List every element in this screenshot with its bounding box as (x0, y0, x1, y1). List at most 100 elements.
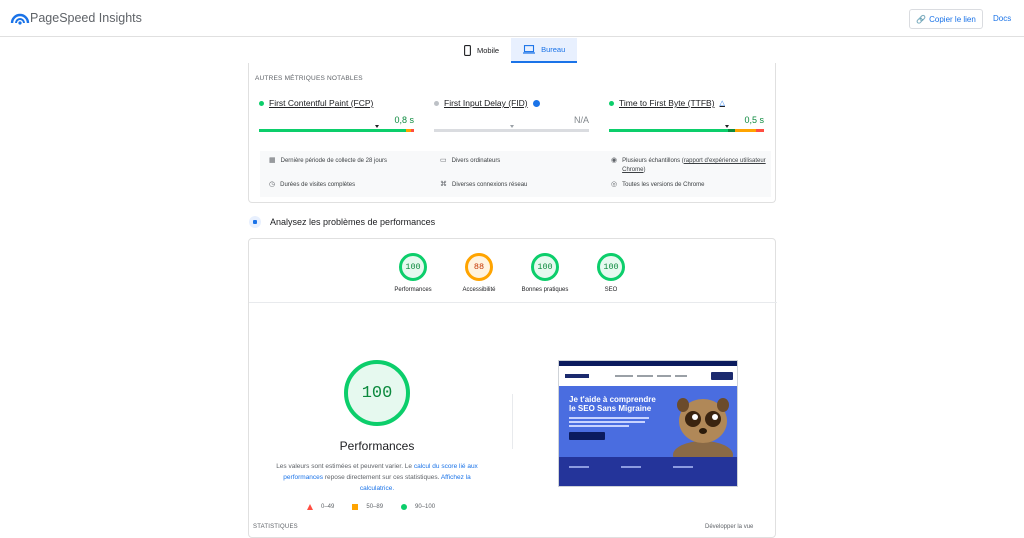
calendar-icon: ▦ (269, 157, 276, 164)
experimental-flask-icon: △ (719, 100, 725, 107)
wifi-icon: ⌘ (440, 181, 447, 188)
shot-header (559, 366, 737, 386)
triangle-icon (307, 504, 313, 510)
info-network-text: Diverses connexions réseau (452, 182, 528, 188)
info-duration: ◷ Durées de visites complètes (269, 181, 355, 190)
score-value: 100 (399, 253, 427, 281)
metric-ttfb-name[interactable]: Time to First Byte (TTFB) (619, 98, 715, 108)
info-versions-text: Toutes les versions de Chrome (622, 182, 705, 188)
shot-button (569, 432, 605, 440)
metric-fid-name[interactable]: First Input Delay (FID) (444, 98, 528, 108)
info-versions: ◎ Toutes les versions de Chrome (611, 181, 704, 190)
shot-text-line (569, 425, 629, 427)
score-legend: 0–49 50–89 90–100 (307, 504, 435, 510)
lighthouse-icon (249, 216, 261, 228)
analyze-heading: Analysez les problèmes de performances (249, 216, 435, 228)
score-value: 100 (597, 253, 625, 281)
device-tabs: Mobile Bureau (452, 38, 578, 63)
link-icon: 🔗 (916, 14, 927, 24)
info-period-text: Dernière période de collecte de 28 jours (280, 158, 388, 164)
legend-good: 90–100 (401, 504, 435, 510)
circle-icon (401, 504, 408, 510)
mobile-icon (464, 45, 471, 56)
score-label: SEO (604, 287, 618, 293)
info-samples-prefix: Plusieurs échantillons ( (622, 158, 684, 164)
status-good-icon (259, 100, 264, 106)
info-devices: ▭ Divers ordinateurs (440, 157, 500, 166)
shot-footer (559, 457, 737, 486)
score-value: 88 (465, 253, 493, 281)
legend-good-range: 90–100 (415, 504, 436, 510)
tab-desktop-label: Bureau (541, 45, 566, 54)
shot-menu-item (675, 375, 687, 377)
page-screenshot: Je t'aide à comprendre le SEO Sans Migra… (558, 360, 738, 487)
legend-average: 50–89 (352, 504, 383, 510)
info-duration-text: Durées de visites complètes (280, 182, 356, 188)
pagespeed-logo-icon (10, 13, 30, 25)
shot-cta (711, 372, 733, 380)
vertical-divider (512, 394, 513, 449)
info-icon[interactable] (532, 99, 540, 107)
score-value: 100 (531, 253, 559, 281)
devices-icon: ▭ (440, 157, 447, 164)
shot-headline: Je t'aide à comprendre le SEO Sans Migra… (569, 395, 656, 413)
field-metrics-panel: AUTRES MÉTRIQUES NOTABLES First Contentf… (248, 63, 776, 203)
analyze-heading-label: Analysez les problèmes de performances (270, 217, 436, 227)
tab-mobile[interactable]: Mobile (452, 38, 511, 63)
shot-col (621, 466, 641, 468)
performance-description: Les valeurs sont estimées et peuvent var… (269, 461, 485, 494)
performance-title: Performances (339, 439, 415, 453)
metric-fcp-value: 0,8 s (394, 115, 414, 125)
distribution-marker (725, 125, 729, 128)
distribution-bar (434, 129, 589, 132)
people-icon: ◉ (611, 157, 618, 164)
shot-menu-item (637, 375, 653, 377)
square-icon (352, 504, 359, 510)
timer-icon: ◷ (269, 181, 276, 188)
score-gauge-seo[interactable]: 100 SEO (571, 253, 651, 293)
info-network: ⌘ Diverses connexions réseau (440, 181, 527, 190)
shot-text-line (569, 417, 649, 419)
distribution-bar (259, 129, 414, 132)
laptop-icon (523, 45, 536, 54)
desc-text-1: Les valeurs sont estimées et peuvent var… (276, 463, 414, 470)
metric-fid-value: N/A (573, 115, 589, 125)
desc-text-2: repose directement sur ces statistiques. (323, 474, 441, 481)
performance-score-gauge: 100 (344, 360, 410, 426)
copy-link-button[interactable]: 🔗 Copier le lien (909, 9, 983, 29)
shot-col (569, 466, 589, 468)
tab-desktop[interactable]: Bureau (511, 38, 578, 63)
statistics-label: STATISTIQUES (253, 524, 298, 530)
shot-menu-item (657, 375, 671, 377)
shot-text-line (569, 421, 645, 423)
metric-fcp: First Contentful Paint (FCP) 0,8 s (259, 98, 414, 132)
shot-menu-item (615, 375, 633, 377)
expand-view-link[interactable]: Développer la vue (705, 524, 753, 530)
meerkat-illustration (673, 398, 733, 457)
distribution-bar (609, 129, 764, 132)
section-title: AUTRES MÉTRIQUES NOTABLES (255, 75, 363, 82)
copy-link-label: Copier le lien (929, 14, 976, 24)
status-na-icon (434, 100, 439, 106)
legend-poor-range: 0–49 (321, 504, 335, 510)
shot-logo (565, 374, 589, 378)
divider (249, 302, 777, 303)
top-bar: PageSpeed Insights 🔗 Copier le lien Docs (0, 0, 1024, 37)
shot-col (673, 466, 693, 468)
distribution-marker (510, 125, 514, 128)
distribution-marker (375, 125, 379, 128)
chrome-icon: ◎ (611, 181, 618, 188)
info-period: ▦ Dernière période de collecte de 28 jour… (269, 157, 387, 166)
legend-poor: 0–49 (307, 504, 334, 510)
metric-fcp-name[interactable]: First Contentful Paint (FCP) (269, 98, 373, 108)
info-devices-text: Divers ordinateurs (451, 158, 501, 164)
lab-results-panel: 100 Performances 88 Accessibilité 100 Bo… (248, 238, 777, 538)
app-title: PageSpeed Insights (30, 11, 142, 25)
info-samples-suffix: ) (643, 167, 646, 173)
metric-ttfb: Time to First Byte (TTFB) △ 0,5 s (609, 98, 764, 132)
legend-average-range: 50–89 (366, 504, 384, 510)
collection-info: ▦ Dernière période de collecte de 28 jour… (260, 151, 771, 197)
tab-mobile-label: Mobile (477, 46, 500, 55)
metric-fid: First Input Delay (FID) N/A (434, 98, 589, 132)
docs-link[interactable]: Docs (993, 14, 1011, 23)
